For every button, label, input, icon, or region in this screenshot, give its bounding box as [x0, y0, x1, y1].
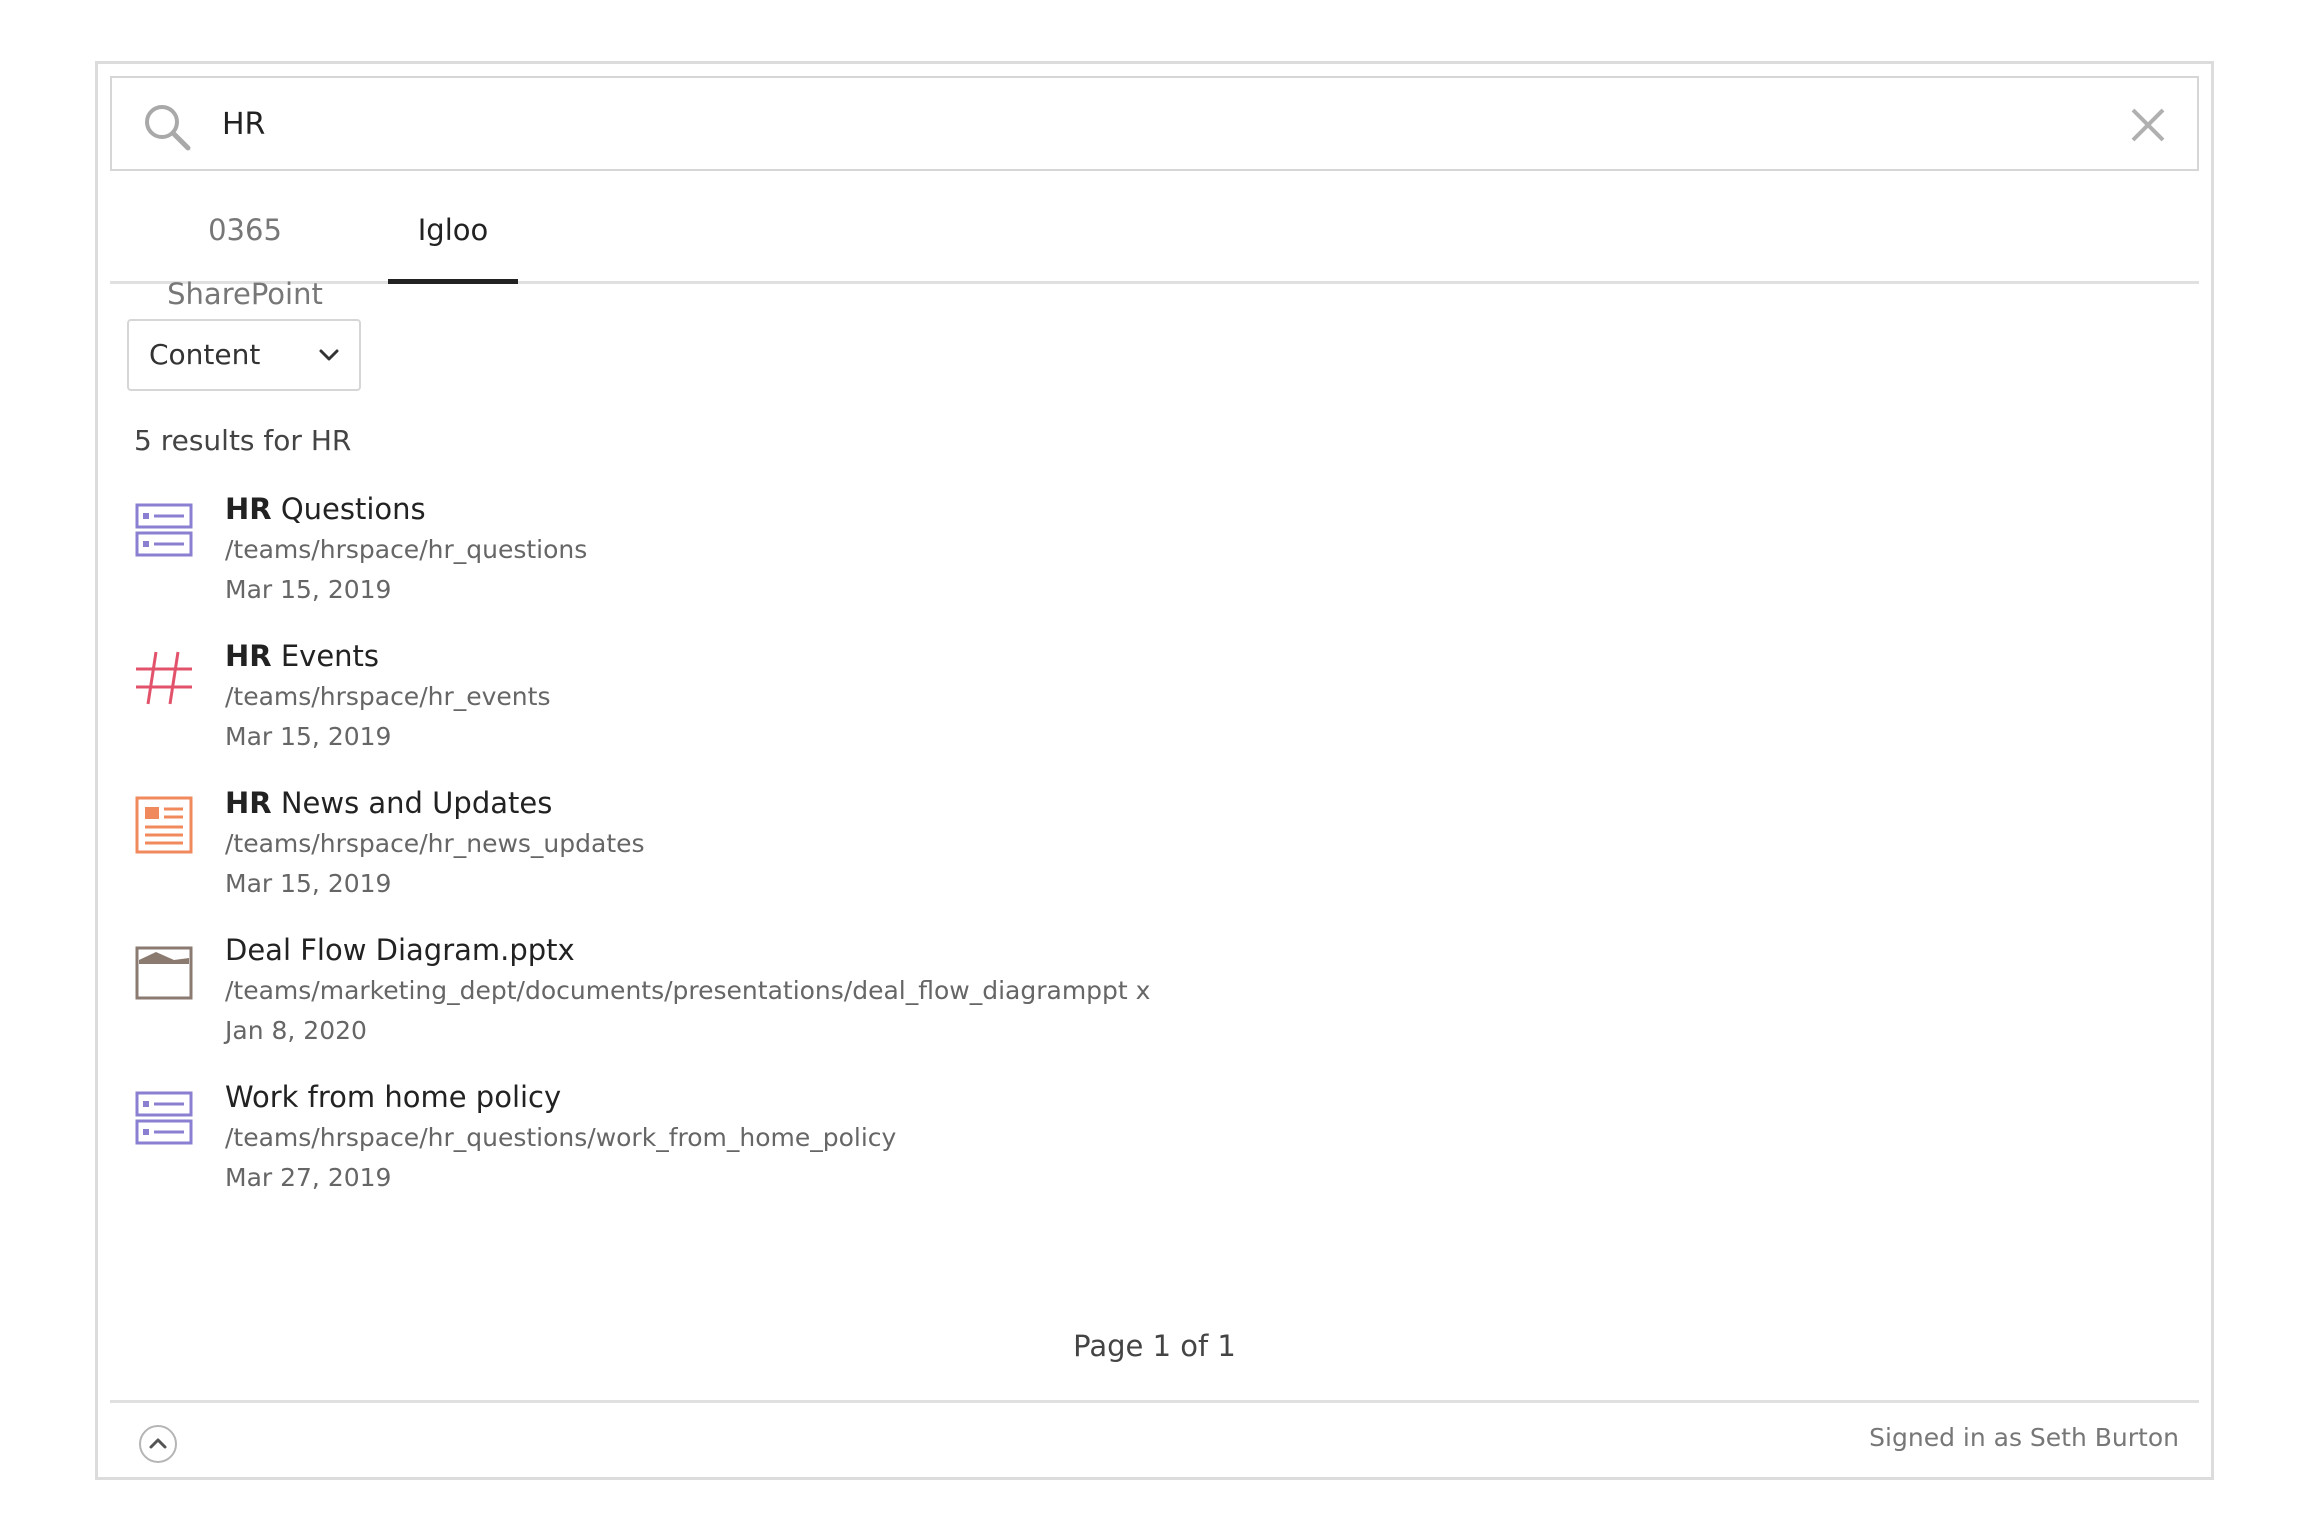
- content-type-select[interactable]: Content: [127, 319, 361, 391]
- result-title[interactable]: HR Events: [225, 636, 379, 676]
- close-icon[interactable]: [2129, 106, 2167, 144]
- chevron-up-icon[interactable]: [138, 1424, 178, 1464]
- results-list: HR Questions /teams/hrspace/hr_questions…: [134, 489, 2134, 1224]
- list-item[interactable]: HR Events /teams/hrspace/hr_events Mar 1…: [134, 636, 2134, 783]
- result-path[interactable]: /teams/marketing_dept/documents/presenta…: [225, 973, 1150, 1009]
- news-icon: [135, 796, 193, 854]
- result-title[interactable]: Work from home policy: [225, 1077, 561, 1117]
- result-path[interactable]: /teams/hrspace/hr_questions: [225, 532, 587, 568]
- forum-icon: [135, 503, 193, 557]
- search-icon: [145, 105, 191, 151]
- list-item[interactable]: HR News and Updates /teams/hrspace/hr_ne…: [134, 783, 2134, 930]
- result-path[interactable]: /teams/hrspace/hr_questions/work_from_ho…: [225, 1120, 896, 1156]
- content-type-select-value: Content: [149, 338, 261, 371]
- forum-icon: [135, 1091, 193, 1145]
- chevron-down-icon: [319, 349, 339, 361]
- footer: Signed in as Seth Burton: [110, 1400, 2199, 1480]
- result-date: Mar 27, 2019: [225, 1163, 392, 1192]
- result-title[interactable]: Deal Flow Diagram.pptx: [225, 930, 575, 970]
- result-date: Mar 15, 2019: [225, 575, 392, 604]
- result-title[interactable]: HR Questions: [225, 489, 426, 529]
- source-tabs: 0365 SharePoint Igloo: [110, 198, 2199, 311]
- hashtag-icon: [136, 651, 192, 705]
- list-item[interactable]: Deal Flow Diagram.pptx /teams/marketing_…: [134, 930, 2134, 1077]
- list-item[interactable]: Work from home policy /teams/hrspace/hr_…: [134, 1077, 2134, 1224]
- result-path[interactable]: /teams/hrspace/hr_news_updates: [225, 826, 645, 862]
- result-title[interactable]: HR News and Updates: [225, 783, 552, 823]
- pagination-label: Page 1 of 1: [1073, 1329, 1236, 1363]
- result-date: Jan 8, 2020: [225, 1016, 367, 1045]
- result-date: Mar 15, 2019: [225, 869, 392, 898]
- search-input[interactable]: [222, 96, 2072, 152]
- signed-in-label: Signed in as Seth Burton: [1869, 1423, 2179, 1452]
- list-item[interactable]: HR Questions /teams/hrspace/hr_questions…: [134, 489, 2134, 636]
- result-path[interactable]: /teams/hrspace/hr_events: [225, 679, 550, 715]
- result-date: Mar 15, 2019: [225, 722, 392, 751]
- tab-0365-sharepoint[interactable]: 0365 SharePoint: [130, 198, 360, 311]
- results-count: 5 results for HR: [134, 424, 352, 457]
- search-panel: 0365 SharePoint Igloo Content 5 results …: [95, 61, 2214, 1480]
- tab-igloo[interactable]: Igloo: [388, 198, 518, 284]
- search-box: [110, 76, 2199, 171]
- folder-icon: [135, 946, 193, 1000]
